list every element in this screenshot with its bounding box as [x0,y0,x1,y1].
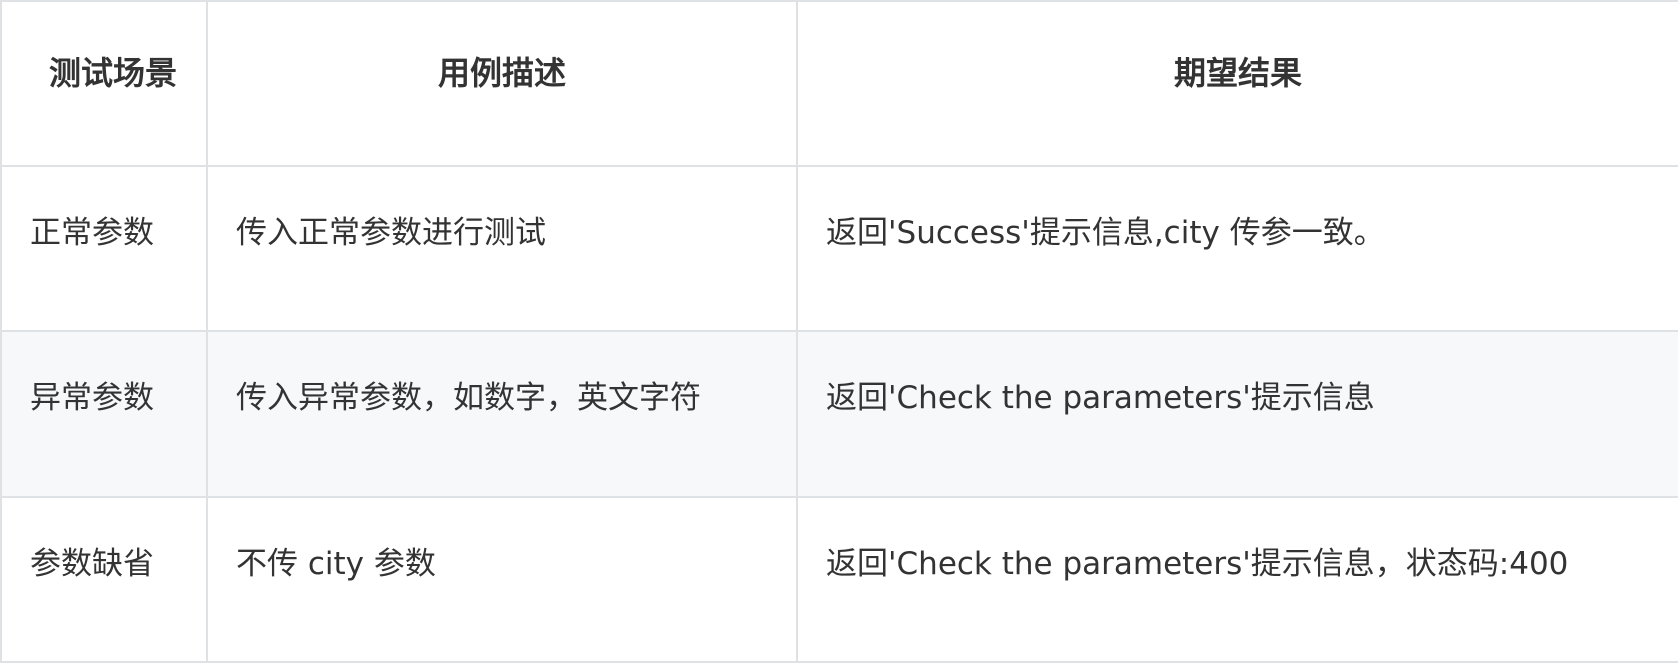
test-case-table-container: 测试场景 用例描述 期望结果 正常参数 传入正常参数进行测试 返回'Succes… [0,0,1678,663]
cell-expected-result: 返回'Check the parameters'提示信息，状态码:400 [796,495,1678,663]
table-header: 测试场景 用例描述 期望结果 [0,0,1678,167]
cell-expected-result: 返回'Check the parameters'提示信息 [796,330,1678,498]
cell-description: 传入异常参数，如数字，英文字符 [206,330,798,498]
table-body: 正常参数 传入正常参数进行测试 返回'Success'提示信息,city 传参一… [0,164,1678,663]
header-description: 用例描述 [206,0,798,167]
header-scenario: 测试场景 [0,0,208,167]
cell-scenario: 正常参数 [0,164,208,333]
table-row: 参数缺省 不传 city 参数 返回'Check the parameters'… [0,495,1678,663]
cell-scenario: 参数缺省 [0,495,208,663]
header-row: 测试场景 用例描述 期望结果 [0,0,1678,167]
header-expected-result: 期望结果 [796,0,1678,167]
test-case-table: 测试场景 用例描述 期望结果 正常参数 传入正常参数进行测试 返回'Succes… [0,0,1678,663]
cell-expected-result: 返回'Success'提示信息,city 传参一致。 [796,164,1678,333]
table-row: 正常参数 传入正常参数进行测试 返回'Success'提示信息,city 传参一… [0,164,1678,333]
table-row: 异常参数 传入异常参数，如数字，英文字符 返回'Check the parame… [0,330,1678,498]
cell-description: 传入正常参数进行测试 [206,164,798,333]
cell-description: 不传 city 参数 [206,495,798,663]
cell-scenario: 异常参数 [0,330,208,498]
